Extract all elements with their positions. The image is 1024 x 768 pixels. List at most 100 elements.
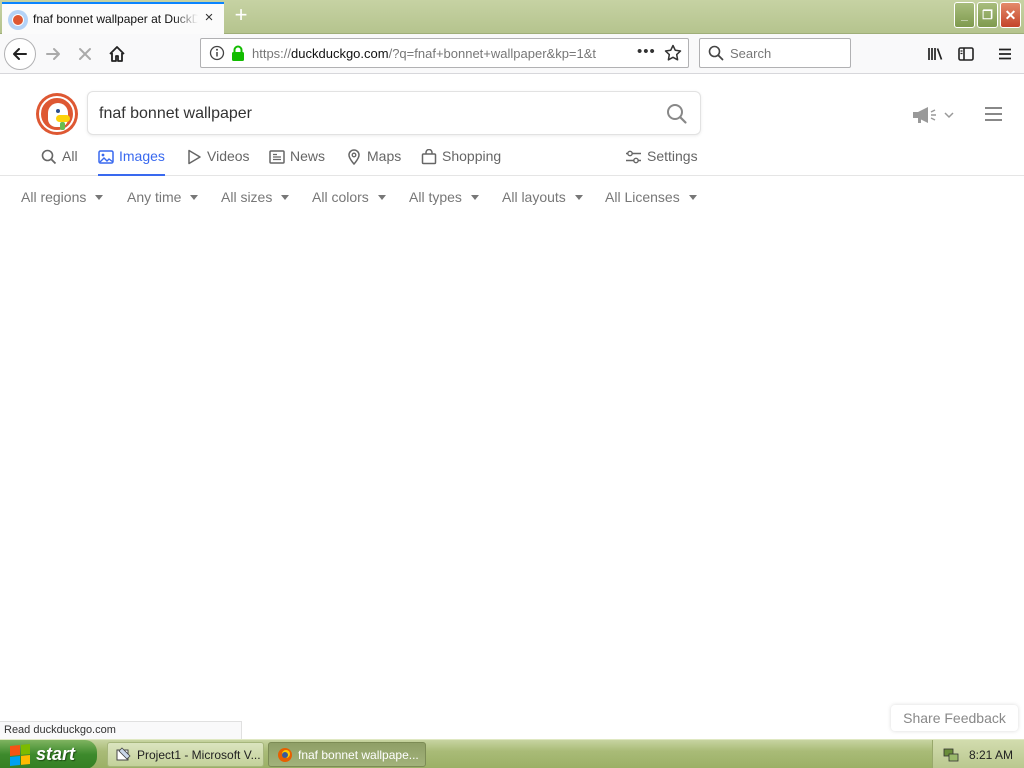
- search-type-tabs: All Images Videos News Maps Shopping Set…: [0, 142, 1024, 176]
- minimize-icon[interactable]: _: [954, 2, 975, 28]
- filter-time[interactable]: Any time: [127, 189, 199, 205]
- ddg-menu-icon[interactable]: [985, 107, 1002, 125]
- page-actions-icon[interactable]: •••: [637, 43, 656, 60]
- url-prefix: https://: [252, 46, 292, 61]
- windows-logo-icon: [10, 743, 30, 766]
- network-icon[interactable]: [943, 747, 959, 763]
- sliders-icon: [626, 150, 641, 164]
- library-icon: [928, 48, 943, 60]
- filter-label: Any time: [127, 189, 182, 205]
- tab-label: Images: [119, 148, 165, 164]
- start-label: start: [36, 744, 76, 764]
- filter-region[interactable]: All regions: [21, 189, 104, 205]
- ddg-search-box: [87, 91, 701, 135]
- share-feedback-button[interactable]: Share Feedback: [891, 705, 1018, 731]
- caret-down-icon: [688, 194, 697, 200]
- search-icon[interactable]: [666, 103, 688, 125]
- home-icon: [109, 46, 125, 62]
- home-button[interactable]: [106, 43, 128, 65]
- caret-down-icon: [377, 194, 386, 200]
- tab-maps[interactable]: Maps: [346, 148, 401, 176]
- start-button[interactable]: start: [0, 740, 97, 768]
- tab-images[interactable]: Images: [98, 148, 165, 176]
- restore-icon[interactable]: ❐: [977, 2, 998, 28]
- navigation-toolbar: https://duckduckgo.com/?q=fnaf+bonnet+wa…: [0, 34, 1024, 74]
- sidebar-button[interactable]: [955, 43, 977, 65]
- tab-label: News: [290, 148, 326, 164]
- caret-down-icon: [574, 194, 583, 200]
- tab-all[interactable]: All: [41, 148, 78, 176]
- chevron-down-icon: [944, 112, 954, 119]
- tab-label: Maps: [367, 148, 402, 164]
- browser-tab-active[interactable]: fnaf bonnet wallpaper at DuckDuckGo ×: [2, 2, 224, 34]
- shopping-bag-icon: [421, 149, 437, 165]
- tab-news[interactable]: News: [269, 148, 325, 176]
- image-icon: [98, 150, 114, 164]
- taskbar-item-firefox[interactable]: fnaf bonnet wallpape...: [268, 742, 426, 767]
- tab-videos[interactable]: Videos: [186, 148, 250, 176]
- new-tab-icon[interactable]: +: [231, 4, 251, 26]
- duckduckgo-logo[interactable]: [36, 93, 78, 135]
- tab-label: Videos: [207, 148, 250, 164]
- info-icon[interactable]: [209, 45, 225, 61]
- forward-button[interactable]: [42, 43, 64, 65]
- filter-type[interactable]: All types: [409, 189, 479, 205]
- browser-search-input[interactable]: [730, 44, 845, 62]
- filter-label: All sizes: [221, 189, 273, 205]
- forward-arrow-icon: [46, 48, 60, 60]
- url-bar[interactable]: https://duckduckgo.com/?q=fnaf+bonnet+wa…: [200, 38, 689, 68]
- url-host: duckduckgo.com: [291, 46, 389, 61]
- status-bar: Read duckduckgo.com: [0, 721, 242, 739]
- browser-search-box[interactable]: [699, 38, 851, 68]
- stop-button[interactable]: [74, 43, 96, 65]
- map-pin-icon: [348, 149, 360, 165]
- back-arrow-icon: [13, 48, 27, 60]
- taskbar: start Project1 - Microsoft V... fnaf bon…: [0, 739, 1024, 768]
- filter-layout[interactable]: All layouts: [502, 189, 583, 205]
- settings-label: Settings: [647, 148, 698, 164]
- tab-title: fnaf bonnet wallpaper at DuckDuckGo: [33, 12, 198, 26]
- menu-button[interactable]: [994, 43, 1016, 65]
- url-text[interactable]: https://duckduckgo.com/?q=fnaf+bonnet+wa…: [252, 46, 602, 61]
- tab-label: Shopping: [442, 148, 502, 164]
- duckduckgo-favicon-icon: [8, 10, 28, 30]
- library-button[interactable]: [924, 43, 946, 65]
- ddg-search-input[interactable]: [99, 104, 639, 124]
- filter-label: All colors: [312, 189, 369, 205]
- window-controls: _ ❐ ✕: [954, 2, 1021, 28]
- lock-icon[interactable]: [231, 45, 245, 61]
- search-icon: [41, 149, 57, 165]
- caret-down-icon: [95, 194, 104, 200]
- filter-license[interactable]: All Licenses: [605, 189, 697, 205]
- search-icon: [708, 45, 724, 61]
- filter-label: All regions: [21, 189, 87, 205]
- bookmark-star-icon[interactable]: [664, 44, 682, 62]
- hamburger-menu-icon: [999, 48, 1011, 60]
- megaphone-icon: [913, 107, 936, 123]
- clock[interactable]: 8:21 AM: [969, 748, 1013, 762]
- tab-shopping[interactable]: Shopping: [421, 148, 501, 176]
- caret-down-icon: [190, 194, 199, 200]
- browser-tab-strip: fnaf bonnet wallpaper at DuckDuckGo × + …: [0, 0, 1024, 34]
- tab-label: All: [62, 148, 78, 164]
- close-tab-icon[interactable]: ×: [202, 10, 216, 25]
- filter-label: All types: [409, 189, 462, 205]
- sidebar-icon: [958, 47, 974, 61]
- filter-label: All Licenses: [605, 189, 680, 205]
- filter-color[interactable]: All colors: [312, 189, 386, 205]
- image-filters-bar: All regions Any time All sizes All color…: [0, 186, 1024, 208]
- back-button[interactable]: [4, 38, 36, 70]
- settings-link[interactable]: Settings: [625, 148, 698, 176]
- task-label: Project1 - Microsoft V...: [137, 747, 261, 762]
- task-label: fnaf bonnet wallpape...: [298, 747, 419, 762]
- close-window-icon[interactable]: ✕: [1000, 2, 1021, 28]
- caret-down-icon: [281, 194, 290, 200]
- firefox-icon: [278, 747, 292, 762]
- newspaper-icon: [269, 150, 285, 164]
- caret-down-icon: [470, 194, 479, 200]
- filter-size[interactable]: All sizes: [221, 189, 290, 205]
- announcements-button[interactable]: [912, 106, 954, 124]
- taskbar-item-vb[interactable]: Project1 - Microsoft V...: [107, 742, 264, 767]
- stop-x-icon: [79, 48, 91, 60]
- play-icon: [188, 149, 201, 165]
